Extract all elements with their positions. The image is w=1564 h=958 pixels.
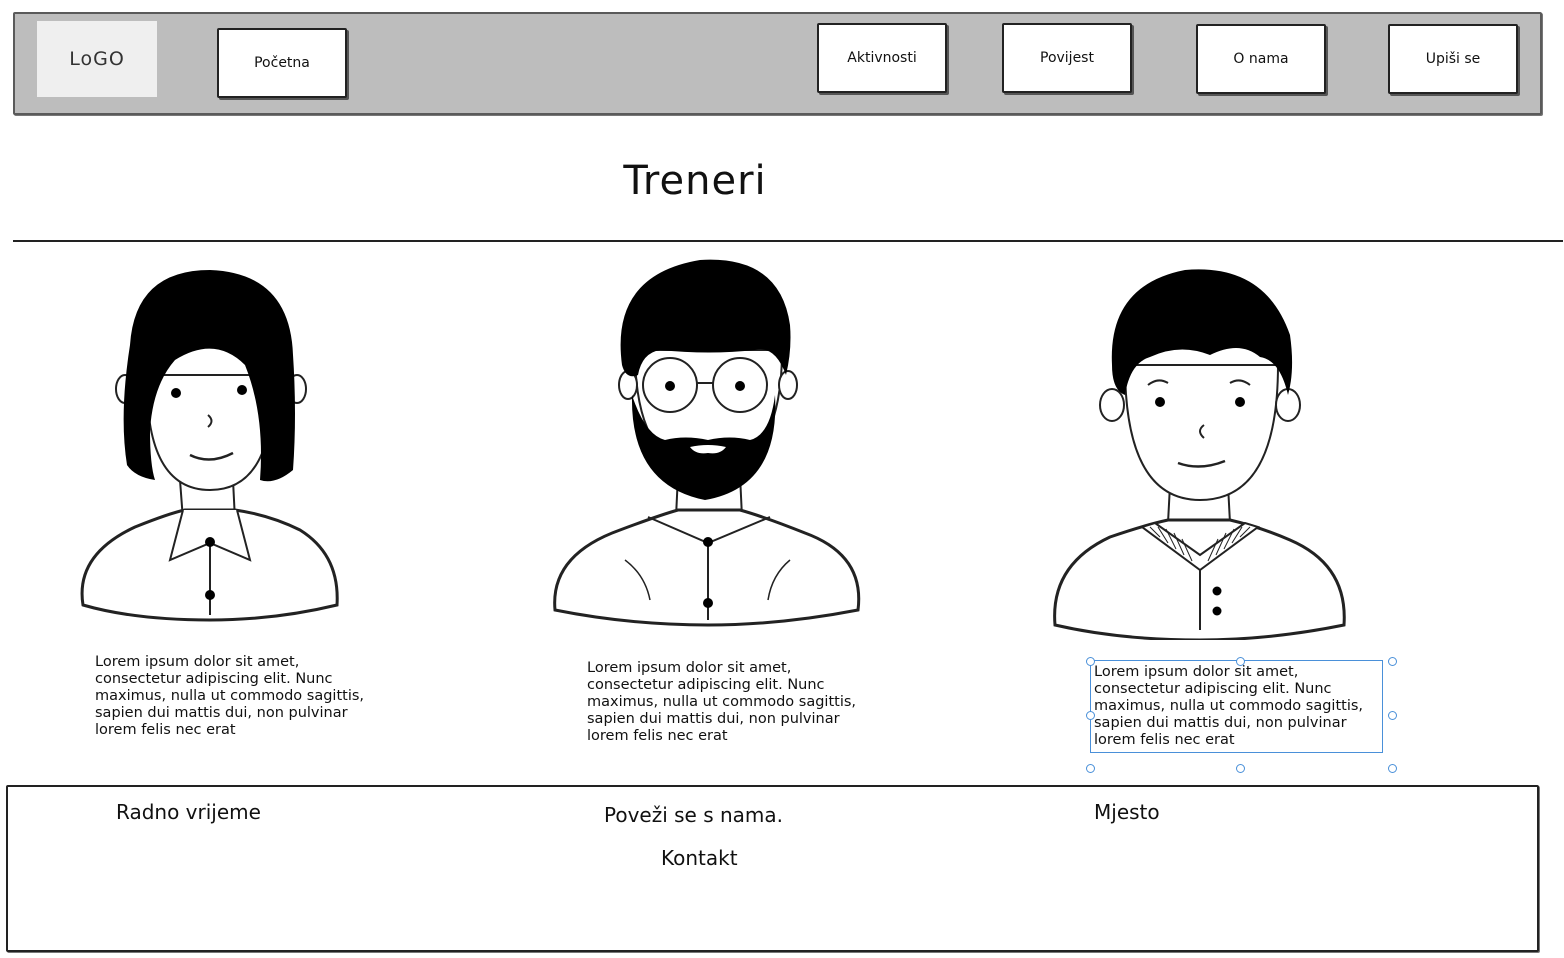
selection-handle[interactable] — [1388, 711, 1397, 720]
nav-button-povijest[interactable]: Povijest — [1002, 23, 1132, 93]
selection-handle[interactable] — [1236, 764, 1245, 773]
selection-handle[interactable] — [1086, 657, 1095, 666]
page-title: Treneri — [623, 158, 767, 204]
title-divider — [13, 240, 1563, 242]
selection-handle[interactable] — [1388, 764, 1397, 773]
footer-connect[interactable]: Poveži se s nama. — [604, 803, 783, 827]
trainer-bio-2: Lorem ipsum dolor sit amet, consectetur … — [587, 660, 857, 744]
selection-handle[interactable] — [1236, 657, 1245, 666]
selection-handle[interactable] — [1388, 657, 1397, 666]
bearded-man-avatar-icon — [553, 259, 861, 627]
footer-contact[interactable]: Kontakt — [661, 846, 738, 870]
footer-location[interactable]: Mjesto — [1094, 800, 1160, 824]
trainer-bio-3[interactable]: Lorem ipsum dolor sit amet, consectetur … — [1090, 660, 1383, 753]
nav-button-o-nama[interactable]: O nama — [1196, 24, 1326, 94]
nav-button-pocetna[interactable]: Početna — [217, 28, 347, 98]
nav-button-aktivnosti[interactable]: Aktivnosti — [817, 23, 947, 93]
selection-handle[interactable] — [1086, 711, 1095, 720]
woman-avatar-icon — [80, 270, 339, 622]
logo[interactable]: LoGO — [37, 21, 157, 97]
nav-button-upisi-se[interactable]: Upiši se — [1388, 24, 1518, 94]
young-man-avatar-icon — [1053, 269, 1346, 640]
footer-working-hours[interactable]: Radno vrijeme — [116, 800, 261, 824]
trainer-bio-1: Lorem ipsum dolor sit amet, consectetur … — [95, 654, 365, 738]
selection-handle[interactable] — [1086, 764, 1095, 773]
